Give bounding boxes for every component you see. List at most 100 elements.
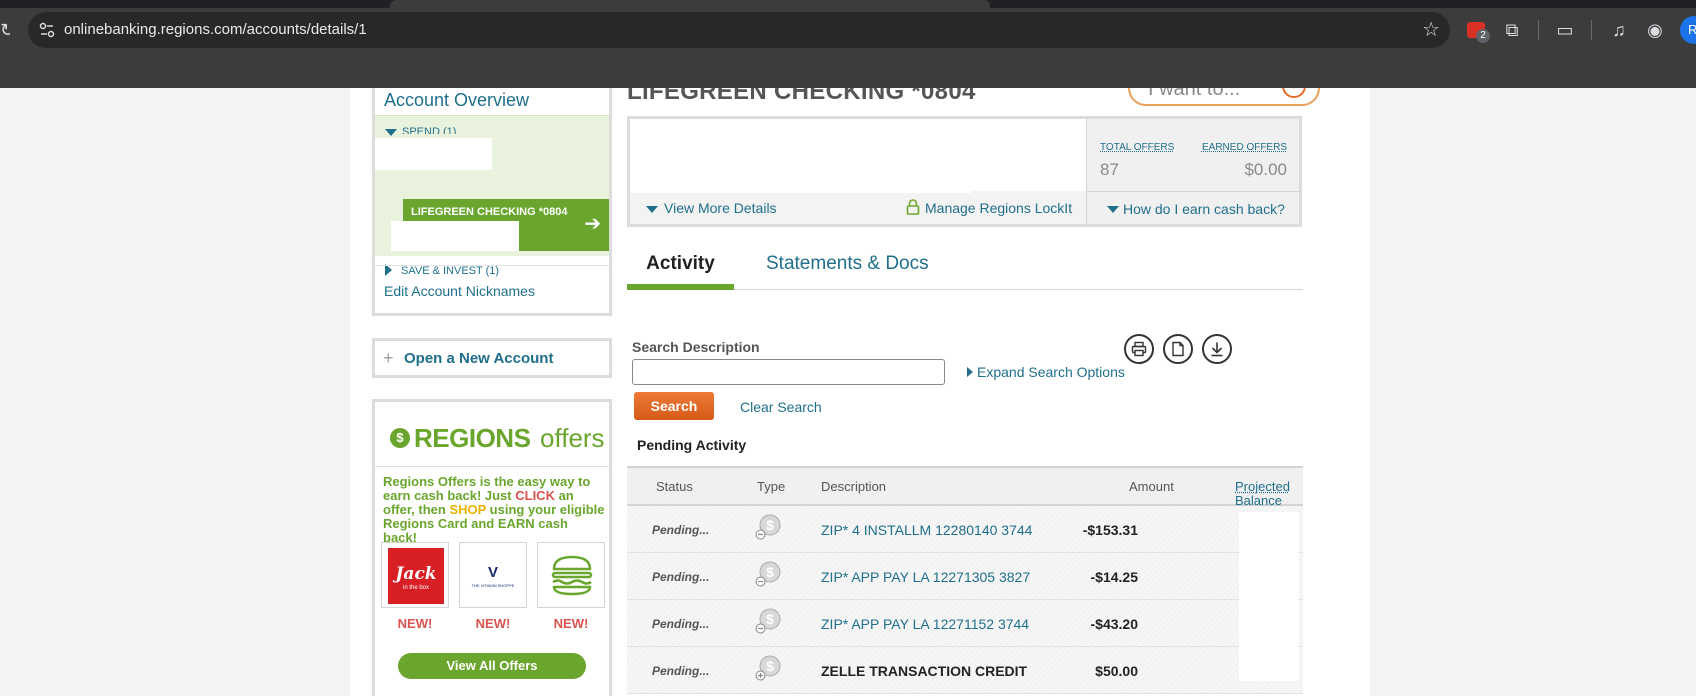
total-offers-label[interactable]: TOTAL OFFERS xyxy=(1100,142,1174,154)
extensions-puzzle-icon[interactable]: ⧉ xyxy=(1500,18,1524,42)
sidebar-item-lifegreen-checking[interactable]: LIFEGREEN CHECKING *0804 ➔ xyxy=(391,199,609,251)
i-want-to-label: I want to... xyxy=(1148,88,1241,100)
row-description-link[interactable]: ZIP* APP PAY LA 12271152 3744 xyxy=(821,616,1029,632)
i-want-to-dropdown[interactable]: I want to... ▼ xyxy=(1128,88,1320,106)
row-amount: -$153.31 xyxy=(1082,522,1138,538)
edit-account-nicknames-link[interactable]: Edit Account Nicknames xyxy=(384,283,535,299)
row-description-link[interactable]: ZIP* APP PAY LA 12271305 3827 xyxy=(821,569,1030,585)
spend-collapse-icon[interactable] xyxy=(385,129,397,136)
expand-search-options-link[interactable]: Expand Search Options xyxy=(967,364,1125,380)
column-header-description: Description xyxy=(821,479,887,494)
dollar-debit-icon: $ xyxy=(755,514,781,540)
chevron-down-icon xyxy=(646,205,658,213)
logo-offers-text: offers xyxy=(540,423,605,453)
spend-section-label[interactable]: SPEND (1) xyxy=(402,126,456,134)
offer-tile-vitamin-shoppe[interactable]: V THE VITAMIN SHOPPE xyxy=(459,542,527,608)
download-button[interactable] xyxy=(1202,334,1232,364)
bookmark-star-icon[interactable]: ☆ xyxy=(1422,19,1440,41)
redacted-area xyxy=(630,191,971,193)
dollar-coin-icon: $ xyxy=(390,428,410,448)
svg-text:$: $ xyxy=(766,517,774,533)
download-icon xyxy=(1211,342,1223,357)
offer-tile-jack-in-the-box[interactable]: Jack in the box xyxy=(381,542,449,608)
document-button[interactable] xyxy=(1163,334,1193,364)
media-controls-icon[interactable]: ♫ xyxy=(1607,18,1631,42)
column-header-projected-balance[interactable]: Projected Balance xyxy=(1235,480,1303,508)
jack-in-the-box-logo: Jack in the box xyxy=(388,548,444,604)
table-row[interactable]: Pending... $ ZELLE TRANSACTION CREDIT $5… xyxy=(627,647,1303,694)
chevron-right-icon xyxy=(967,367,973,377)
row-amount: -$43.20 xyxy=(1090,616,1138,632)
row-description: ZELLE TRANSACTION CREDIT xyxy=(821,663,1028,679)
account-summary-box: View More Details Manage Regions LockIt … xyxy=(627,116,1302,227)
account-nav-panel: Account Overview SPEND (1) LIFEGREEN CHE… xyxy=(372,88,612,316)
svg-text:$: $ xyxy=(766,564,774,580)
url-text[interactable]: onlinebanking.regions.com/accounts/detai… xyxy=(64,21,367,39)
offers-description: Regions Offers is the easy way to earn c… xyxy=(383,475,605,545)
active-browser-tab[interactable] xyxy=(390,0,990,8)
edit-account-nicknames: Edit Account Nicknames xyxy=(375,265,609,313)
clear-search-link[interactable]: Clear Search xyxy=(740,399,822,415)
new-badge: NEW! xyxy=(553,616,589,631)
redacted-area xyxy=(1239,647,1299,681)
document-icon xyxy=(1172,341,1184,357)
manage-lockit-link[interactable]: Manage Regions LockIt xyxy=(925,200,1072,216)
view-all-offers-button[interactable]: View All Offers xyxy=(398,653,586,679)
view-more-details-link[interactable]: View More Details xyxy=(646,200,777,216)
offers-blurb-click: CLICK xyxy=(515,488,555,503)
pending-activity-heading: Pending Activity xyxy=(637,437,747,453)
tab-activity[interactable]: Activity xyxy=(627,248,734,290)
account-actions-bar: View More Details Manage Regions LockIt xyxy=(630,191,1086,224)
offers-blurb-shop: SHOP xyxy=(449,502,487,517)
open-new-account-button[interactable]: + Open a New Account xyxy=(372,338,612,378)
open-new-account-label: Open a New Account xyxy=(404,350,554,367)
site-info-icon[interactable] xyxy=(38,21,56,39)
print-button[interactable] xyxy=(1124,334,1154,364)
print-icon xyxy=(1131,341,1147,357)
redacted-area xyxy=(1239,553,1299,600)
table-row[interactable]: Pending... $ ZIP* APP PAY LA 12271305 38… xyxy=(627,553,1303,600)
vitamin-shoppe-logo-subtext: THE VITAMIN SHOPPE xyxy=(471,583,515,588)
browser-chrome: ↻ onlinebanking.regions.com/accounts/det… xyxy=(0,0,1696,88)
spend-section: SPEND (1) LIFEGREEN CHECKING *0804 ➔ xyxy=(375,115,609,256)
row-amount: -$14.25 xyxy=(1090,569,1138,585)
regions-offers-logo: $ REGIONS offers xyxy=(390,422,605,454)
search-description-input[interactable] xyxy=(632,359,945,385)
profile-avatar[interactable]: R xyxy=(1680,16,1696,44)
redacted-area xyxy=(1239,600,1299,647)
search-button[interactable]: Search xyxy=(634,392,714,420)
reload-icon[interactable]: ↻ xyxy=(0,20,10,40)
toolbar-divider xyxy=(1538,20,1539,40)
toolbar-divider xyxy=(1591,20,1592,40)
tab-statements-docs[interactable]: Statements & Docs xyxy=(766,248,929,290)
dollar-credit-icon: $ xyxy=(755,655,781,681)
account-overview-link[interactable]: Account Overview xyxy=(384,88,529,112)
new-badge: NEW! xyxy=(397,616,433,631)
total-offers-value: 87 xyxy=(1100,160,1119,179)
page-title: LIFEGREEN CHECKING *0804 xyxy=(627,88,976,105)
regions-offers-panel: $ REGIONS offers Regions Offers is the e… xyxy=(372,399,612,696)
address-bar[interactable]: onlinebanking.regions.com/accounts/detai… xyxy=(28,12,1450,48)
divider xyxy=(375,466,609,467)
table-row[interactable]: Pending... $ ZIP* APP PAY LA 12271152 37… xyxy=(627,600,1303,647)
extension-badge-icon[interactable]: 2 xyxy=(1467,19,1491,43)
row-description-link[interactable]: ZIP* 4 INSTALLM 12280140 3744 xyxy=(821,522,1032,538)
chevron-down-icon xyxy=(1107,206,1119,213)
chevron-down-icon: ▼ xyxy=(1282,88,1306,98)
plus-icon: + xyxy=(383,348,394,368)
row-status: Pending... xyxy=(652,617,710,631)
expand-search-options-label: Expand Search Options xyxy=(977,364,1125,380)
account-circle-icon[interactable]: ◉ xyxy=(1643,18,1667,42)
svg-text:$: $ xyxy=(766,611,774,627)
how-earn-cash-back[interactable]: How do I earn cash back? xyxy=(1087,191,1299,224)
activity-tabs: Activity Statements & Docs xyxy=(627,248,1303,290)
redacted-area xyxy=(399,256,519,265)
table-row[interactable]: Pending... $ ZIP* 4 INSTALLM 12280140 37… xyxy=(627,506,1303,553)
earned-offers-label[interactable]: EARNED OFFERS xyxy=(1202,142,1287,154)
tab-search-icon[interactable]: ▭ xyxy=(1553,18,1577,42)
jack-logo-text: Jack xyxy=(395,564,437,584)
offer-tile-burger[interactable] xyxy=(537,542,605,608)
row-status: Pending... xyxy=(652,523,710,537)
column-header-amount: Amount xyxy=(1129,479,1174,494)
table-header: Status Type Description Amount Projected… xyxy=(627,466,1303,508)
